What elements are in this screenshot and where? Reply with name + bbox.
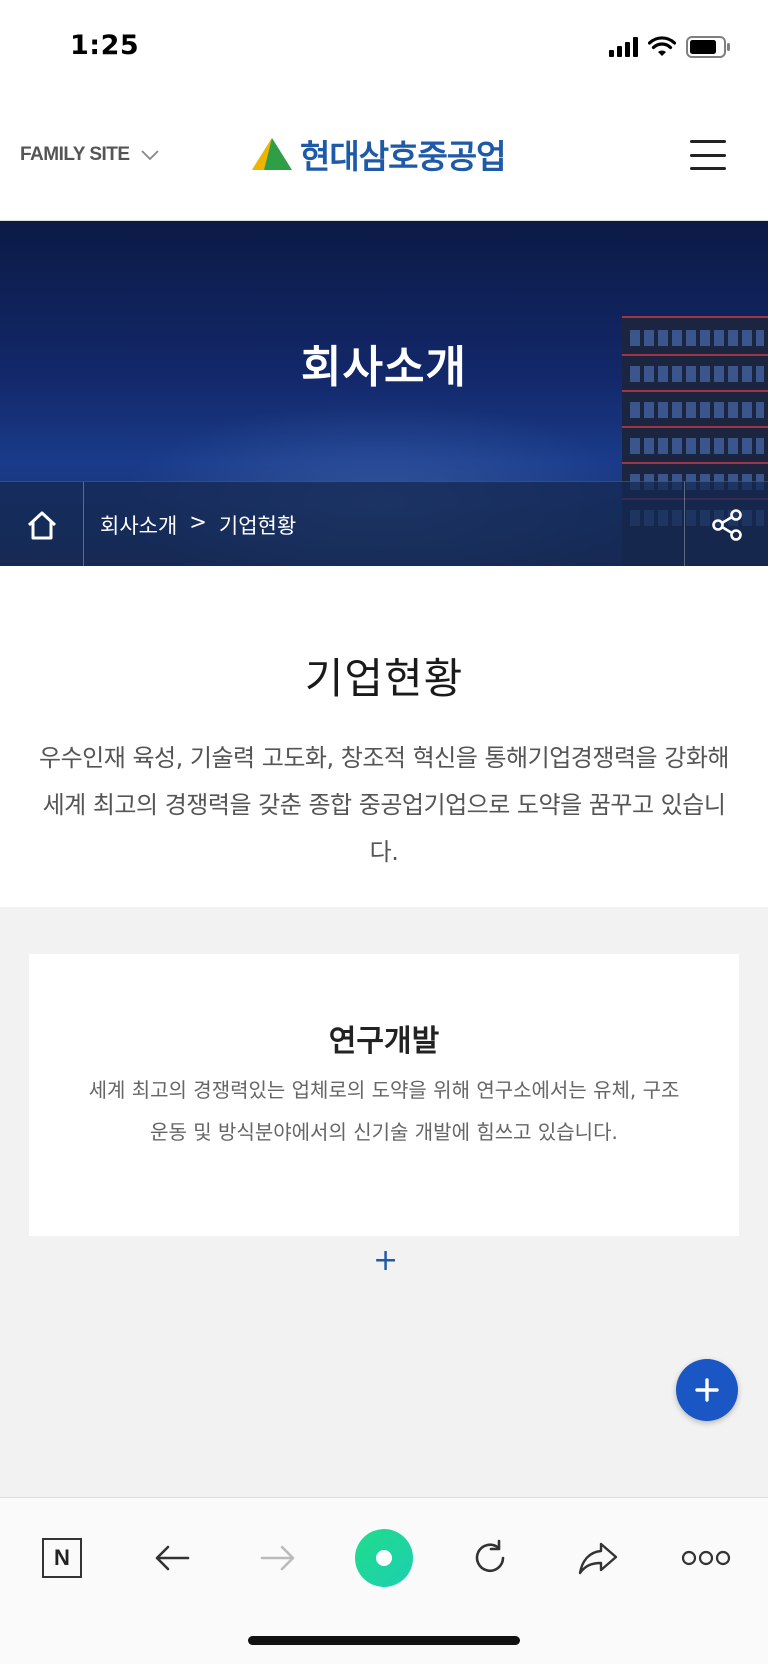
green-dot-button[interactable]	[354, 1528, 414, 1588]
breadcrumb-item[interactable]: 회사소개	[100, 510, 177, 540]
logo-triangle-icon	[252, 138, 292, 170]
status-bar: 1:25	[0, 0, 768, 100]
hamburger-menu-icon[interactable]	[690, 140, 726, 170]
family-site-dropdown[interactable]: FAMILY SITE	[20, 144, 160, 166]
reload-button[interactable]	[460, 1528, 520, 1588]
card-title: 연구개발	[328, 1024, 440, 1059]
status-time: 1:25	[70, 30, 140, 61]
home-indicator[interactable]	[248, 1636, 520, 1645]
reload-icon	[475, 1539, 505, 1573]
forward-button[interactable]	[248, 1528, 308, 1588]
battery-icon	[686, 36, 730, 58]
floating-plus-button[interactable]	[676, 1359, 738, 1421]
back-button[interactable]	[142, 1528, 202, 1588]
logo-text: 현대삼호중공업	[300, 137, 507, 176]
back-arrow-icon	[155, 1545, 190, 1571]
plus-icon	[695, 1378, 719, 1402]
more-button[interactable]: +	[373, 1246, 398, 1276]
wifi-icon	[648, 36, 676, 56]
green-dot-icon	[355, 1529, 413, 1587]
forward-arrow-icon	[260, 1545, 295, 1571]
more-options-button[interactable]	[676, 1528, 736, 1588]
hero-title: 회사소개	[301, 342, 467, 393]
site-header: FAMILY SITE 현대삼호중공업	[0, 100, 768, 221]
naver-n-icon: N	[42, 1538, 82, 1578]
cellular-signal-icon	[609, 37, 638, 57]
share-page-button[interactable]	[568, 1528, 628, 1588]
breadcrumb-trail: 회사소개 > 기업현황	[100, 510, 296, 540]
naver-n-button[interactable]: N	[32, 1528, 92, 1588]
browser-toolbar: N	[0, 1497, 768, 1664]
breadcrumb-separator: >	[189, 510, 207, 534]
status-icons	[609, 36, 732, 58]
breadcrumb-item-current[interactable]: 기업현황	[219, 510, 296, 540]
home-button[interactable]	[0, 482, 84, 566]
hero-banner: 회사소개 회사소개 > 기업현황	[0, 221, 768, 566]
share-icon	[711, 508, 742, 541]
card-text: 세계 최고의 경쟁력있는 업체로의 도약을 위해 연구소에서는 유체, 구조 운…	[88, 1078, 680, 1144]
chevron-down-icon	[140, 150, 159, 161]
logo[interactable]: 현대삼호중공업	[250, 130, 507, 178]
breadcrumb: 회사소개 > 기업현황	[0, 481, 768, 566]
share-arrow-icon	[578, 1542, 618, 1575]
content-section: 연구개발 세계 최고의 경쟁력있는 업체로의 도약을 위해 연구소에서는 유체,…	[0, 907, 768, 1497]
rnd-card: 연구개발 세계 최고의 경쟁력있는 업체로의 도약을 위해 연구소에서는 유체,…	[29, 954, 739, 1236]
home-icon	[27, 511, 56, 539]
naver-n-label: N	[54, 1545, 70, 1570]
page-description: 우수인재 육성, 기술력 고도화, 창조적 혁신을 통해기업경쟁력을 강화해 세…	[39, 744, 729, 866]
more-dots-icon	[681, 1550, 731, 1566]
page-title: 기업현황	[304, 654, 464, 703]
share-button[interactable]	[684, 482, 768, 566]
family-site-label: FAMILY SITE	[20, 144, 130, 165]
